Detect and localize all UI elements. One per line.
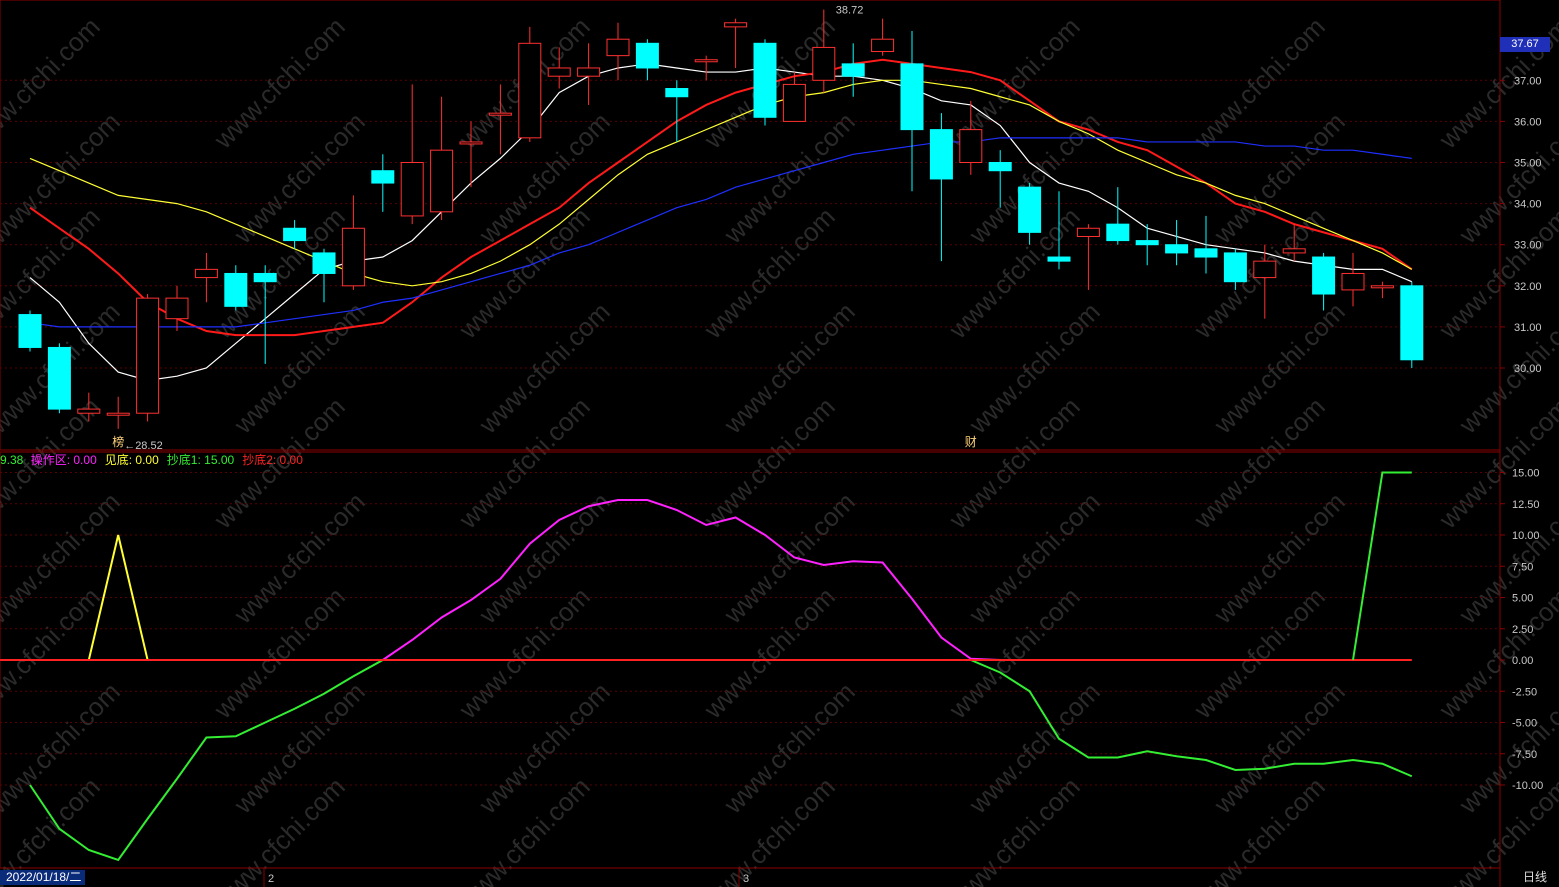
candle-body bbox=[1194, 248, 1218, 258]
candle-body bbox=[430, 149, 454, 213]
candle-body bbox=[1370, 285, 1394, 289]
legend-item-value: 15.00 bbox=[200, 453, 235, 467]
event-marker: 财 bbox=[965, 435, 977, 449]
candle-body bbox=[518, 42, 542, 139]
candle-body bbox=[577, 67, 601, 77]
candle-body bbox=[929, 129, 953, 180]
candle-body bbox=[871, 38, 895, 53]
candle-body bbox=[77, 408, 101, 414]
candle-body bbox=[547, 67, 571, 77]
candle-body bbox=[400, 162, 424, 217]
indicator-legend: 9.38 操作区: 0.00 见底: 0.00 抄底1: 15.00 抄底2: 0.0… bbox=[0, 451, 315, 468]
price-tick-label: 31.00 bbox=[1514, 322, 1542, 334]
candle-body bbox=[1076, 227, 1100, 237]
price-tick-label: 34.00 bbox=[1514, 199, 1542, 211]
legend-item-value: 0.00 bbox=[70, 453, 97, 467]
last-price-tag: 37.67 bbox=[1500, 37, 1550, 52]
price-tick-label: 35.00 bbox=[1514, 158, 1542, 170]
legend-item: 见底: 0.00 bbox=[105, 453, 163, 467]
candle-body bbox=[1165, 244, 1189, 254]
candle-body bbox=[1400, 285, 1424, 361]
candle-body bbox=[165, 297, 189, 320]
indicator-tick-label: 12.50 bbox=[1512, 499, 1540, 511]
candle-body bbox=[1047, 256, 1071, 262]
candle-body bbox=[1106, 223, 1130, 242]
candle-body bbox=[1135, 240, 1159, 246]
legend-first-value: 9.38 bbox=[0, 453, 24, 467]
candle-body bbox=[253, 272, 277, 283]
candle-body bbox=[18, 314, 42, 348]
stock-chart: www.cfchi.com www.cfchi.com www.cfchi.com w… bbox=[0, 0, 1559, 887]
legend-item-value: 0.00 bbox=[276, 453, 303, 467]
indicator-pane bbox=[0, 471, 1413, 862]
candle-body bbox=[606, 38, 630, 57]
candle-body bbox=[1253, 260, 1277, 279]
price-tick-label: 36.00 bbox=[1514, 116, 1542, 128]
candle-body bbox=[488, 112, 512, 116]
month-label: 3 bbox=[743, 873, 749, 885]
candle-body bbox=[694, 59, 718, 63]
candle-body bbox=[47, 346, 71, 410]
candle-body bbox=[812, 46, 836, 81]
indicator-tick-label: -10.00 bbox=[1512, 780, 1543, 792]
candle-body bbox=[194, 268, 218, 279]
indicator-tick-label: 7.50 bbox=[1512, 561, 1533, 573]
legend-item: 抄底1: 15.00 bbox=[167, 453, 238, 467]
candle-body bbox=[841, 63, 865, 77]
legend-item-label: 抄底1: bbox=[166, 453, 201, 467]
candle-body bbox=[106, 412, 130, 416]
indicator-tick-label: 15.00 bbox=[1512, 468, 1540, 480]
candle-body bbox=[724, 22, 748, 28]
price-tick-label: 32.00 bbox=[1514, 281, 1542, 293]
indicator-tick-label: 2.50 bbox=[1512, 624, 1533, 636]
event-marker: 榜 bbox=[112, 434, 124, 449]
candle-body bbox=[900, 63, 924, 131]
price-tick-label: 33.00 bbox=[1514, 240, 1542, 252]
indicator-tick-label: -7.50 bbox=[1512, 749, 1537, 761]
indicator-series-line bbox=[29, 659, 384, 862]
candle-body bbox=[459, 141, 483, 145]
candle-body bbox=[312, 252, 336, 274]
candle-body bbox=[1341, 272, 1365, 291]
legend-item-value: 0.00 bbox=[132, 453, 159, 467]
candle-body bbox=[988, 162, 1012, 172]
price-tick-label: 30.00 bbox=[1514, 363, 1542, 375]
indicator-tick-label: -2.50 bbox=[1512, 686, 1537, 698]
candle-body bbox=[753, 42, 777, 118]
candle-body bbox=[665, 88, 689, 98]
candle-body bbox=[635, 42, 659, 69]
extreme-high-label: 38.72 bbox=[836, 5, 864, 17]
candle-body bbox=[371, 170, 395, 184]
candle-body bbox=[136, 297, 160, 414]
legend-item-label: 抄底2: bbox=[242, 453, 277, 467]
legend-item-label: 操作区: bbox=[30, 453, 71, 467]
indicator-tick-label: -5.00 bbox=[1512, 718, 1537, 730]
cursor-date: 2022/01/18/二 bbox=[0, 870, 86, 885]
period-label: 日线 bbox=[1522, 870, 1547, 884]
legend-item: 操作区: 0.00 bbox=[31, 453, 101, 467]
legend-item-label: 见底: bbox=[104, 453, 133, 467]
candle-body bbox=[1018, 186, 1042, 233]
candle-body bbox=[283, 227, 307, 242]
candle-body bbox=[224, 272, 248, 307]
candle-body bbox=[959, 129, 983, 163]
candle-body bbox=[782, 83, 806, 122]
legend-item: 抄底2: 0.00 bbox=[242, 453, 307, 467]
price-tick-label: 37.00 bbox=[1514, 75, 1542, 87]
indicator-tick-label: 5.00 bbox=[1512, 593, 1533, 605]
indicator-tick-label: 10.00 bbox=[1512, 530, 1540, 542]
candle-body bbox=[341, 227, 365, 287]
candle-body bbox=[1282, 248, 1306, 254]
candle-body bbox=[1223, 252, 1247, 283]
watermark-layer: www.cfchi.com www.cfchi.com www.cfchi.com w… bbox=[0, 11, 1559, 887]
candle-body bbox=[1312, 256, 1336, 295]
month-label: 2 bbox=[268, 873, 274, 885]
indicator-tick-label: 0.00 bbox=[1512, 655, 1533, 667]
